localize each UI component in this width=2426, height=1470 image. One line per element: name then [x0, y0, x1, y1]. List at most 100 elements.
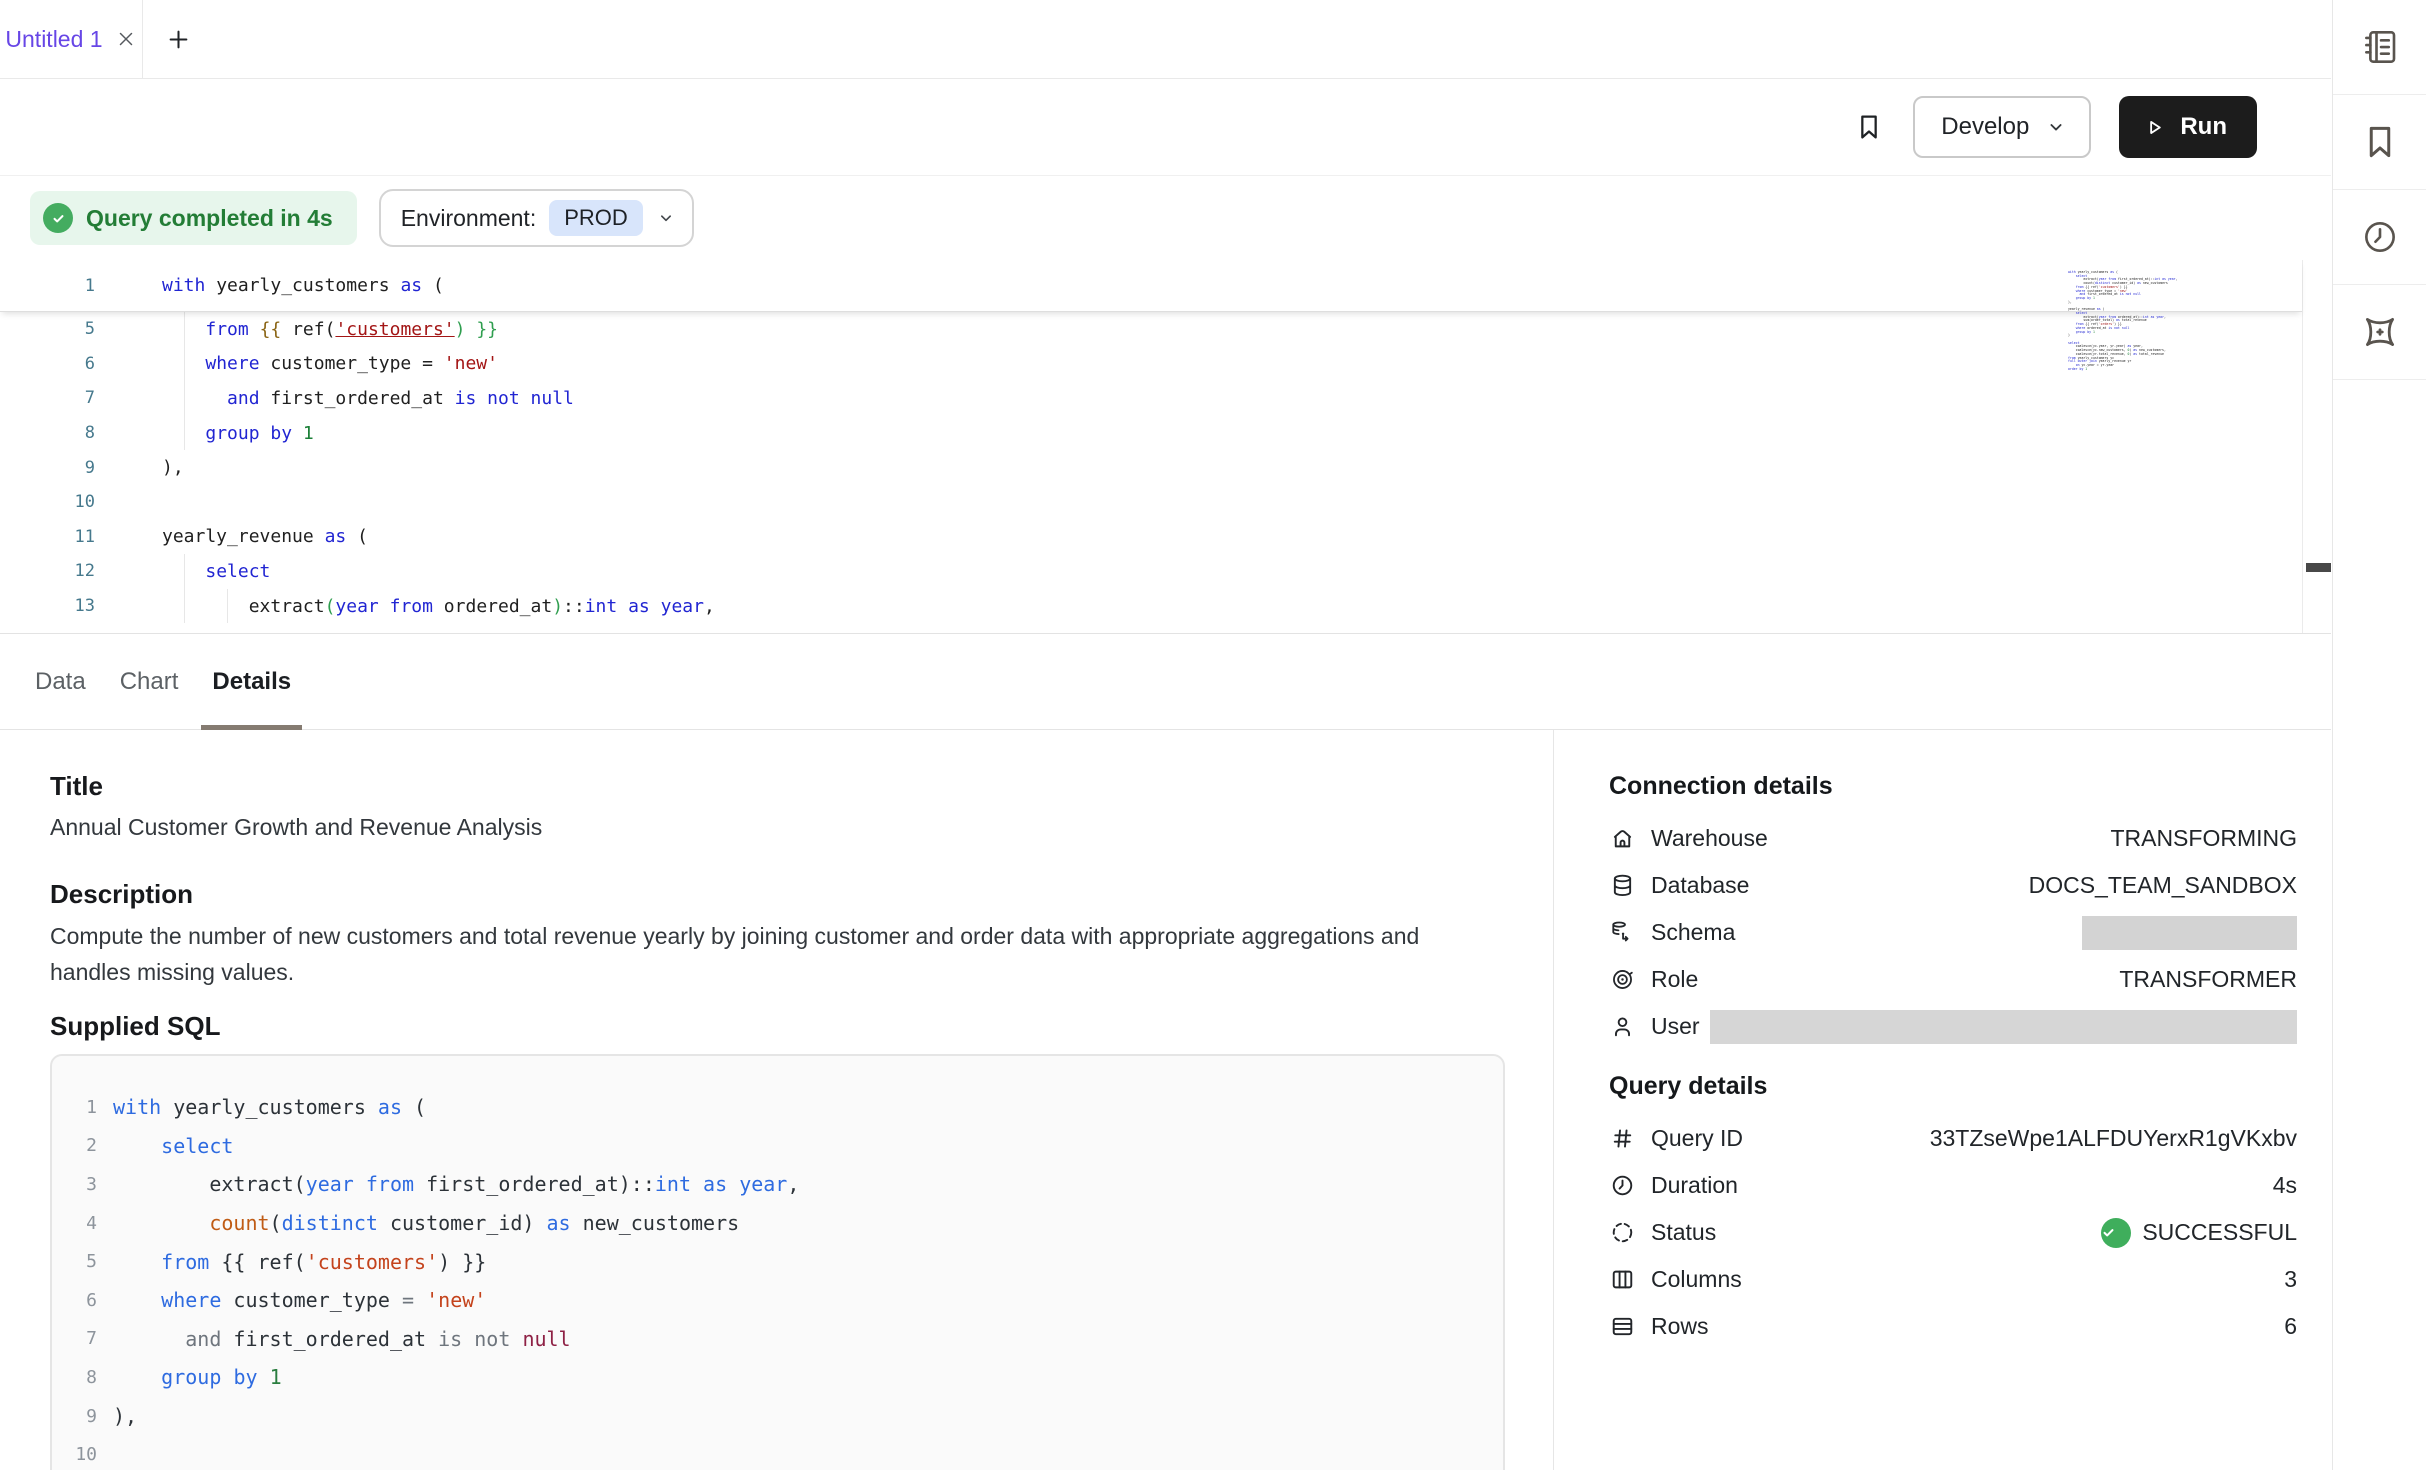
- code-text: extract(year from ordered_at)::int as ye…: [105, 596, 715, 617]
- right-icon-rail: [2332, 0, 2426, 1470]
- develop-button[interactable]: Develop: [1913, 96, 2091, 158]
- environment-select[interactable]: Environment: PROD: [379, 189, 694, 247]
- play-icon: [2143, 116, 2166, 139]
- rail-button-canvas[interactable]: [2333, 285, 2426, 380]
- title-heading: Title: [50, 770, 1505, 802]
- scrollbar-thumb[interactable]: [2306, 563, 2331, 572]
- hash-icon: [1609, 1125, 1636, 1152]
- toolbar: Develop Run: [0, 79, 2331, 176]
- clock-icon: [1609, 1172, 1636, 1199]
- row-warehouse: WarehouseTRANSFORMING: [1609, 815, 2297, 862]
- code-line: 1with yearly_customers as (: [52, 1088, 1503, 1127]
- code-line: 4 count(distinct customer_id) as new_cus…: [52, 1204, 1503, 1243]
- supplied-sql-code-block: 1with yearly_customers as (2 select 3 ext…: [50, 1054, 1505, 1470]
- code-text: extract(year from first_ordered_at)::int…: [97, 1172, 799, 1196]
- row-label: Rows: [1651, 1313, 1709, 1340]
- row-label: Status: [1651, 1219, 1716, 1246]
- indent-guide: [184, 554, 185, 589]
- row-status: Status SUCCESSFUL: [1609, 1209, 2297, 1256]
- tab-untitled-1[interactable]: Untitled 1: [0, 0, 143, 78]
- description-value: Compute the number of new customers and …: [50, 918, 1458, 990]
- code-line: 6 where customer_type = 'new': [0, 347, 2302, 382]
- notebook-icon: [2359, 26, 2401, 68]
- code-line: 5 from {{ ref('customers') }}: [0, 312, 2302, 347]
- develop-label: Develop: [1941, 113, 2029, 141]
- row-rows: Rows6: [1609, 1303, 2297, 1350]
- user-icon: [1609, 1013, 1636, 1040]
- code-text: ),: [97, 1404, 137, 1428]
- query-details-rows: Query ID33TZseWpe1ALFDUYerxR1gVKxbvDurat…: [1609, 1115, 2297, 1350]
- line-number: 2: [52, 1135, 97, 1156]
- tab-data[interactable]: Data: [18, 634, 103, 729]
- tab-bar: Untitled 1: [0, 0, 2331, 79]
- close-tab-icon[interactable]: [115, 28, 137, 50]
- rail-button-history[interactable]: [2333, 190, 2426, 285]
- line-number: 6: [0, 354, 105, 374]
- schema-icon: [1609, 919, 1636, 946]
- environment-label: Environment:: [401, 205, 537, 232]
- query-details-heading: Query details: [1609, 1072, 2297, 1101]
- code-line: 5 from {{ ref('customers') }}: [52, 1242, 1503, 1281]
- editor-minimap[interactable]: with yearly_customers as ( select extrac…: [2068, 271, 2268, 371]
- row-duration: Duration4s: [1609, 1162, 2297, 1209]
- success-check-icon: [2101, 1218, 2131, 1248]
- code-text: select: [105, 561, 270, 582]
- row-value: TRANSFORMING: [2110, 825, 2297, 852]
- description-heading: Description: [50, 878, 1505, 910]
- details-panel: Title Annual Customer Growth and Revenue…: [0, 730, 1553, 1470]
- bookmark-icon[interactable]: [1853, 111, 1885, 143]
- result-tabs: DataChartDetails: [0, 634, 2331, 730]
- code-text: with yearly_customers as (: [97, 1095, 426, 1119]
- rail-button-bookmark[interactable]: [2333, 95, 2426, 190]
- code-line: 2 select: [52, 1127, 1503, 1166]
- code-line: 6 where customer_type = 'new': [52, 1281, 1503, 1320]
- line-number: 9: [52, 1406, 97, 1427]
- chevron-down-icon: [656, 208, 676, 228]
- line-number: 6: [52, 1290, 97, 1311]
- line-number: 13: [0, 596, 105, 616]
- row-label: Schema: [1651, 919, 1735, 946]
- rail-button-notebook[interactable]: [2333, 0, 2426, 95]
- indent-guide: [184, 312, 185, 347]
- code-line: 8 group by 1: [0, 416, 2302, 451]
- row-label: User: [1651, 1013, 1700, 1040]
- redacted-value: [2082, 916, 2297, 950]
- warehouse-icon: [1609, 825, 1636, 852]
- line-number: 8: [0, 423, 105, 443]
- sql-editor[interactable]: 5 from {{ ref('customers') }}6 where cus…: [0, 260, 2331, 634]
- code-line: 7 and first_ordered_at is not null: [0, 381, 2302, 416]
- code-text: count(distinct customer_id) as new_custo…: [97, 1211, 739, 1235]
- new-tab-icon[interactable]: [165, 26, 192, 53]
- run-button[interactable]: Run: [2119, 96, 2257, 158]
- indent-guide: [227, 589, 228, 624]
- code-line: 11yearly_revenue as (: [0, 520, 2302, 555]
- minimap-line: order by 1: [2068, 368, 2268, 372]
- row-label: Columns: [1651, 1266, 1742, 1293]
- columns-icon: [1609, 1266, 1636, 1293]
- code-text: where customer_type = 'new': [105, 353, 498, 374]
- row-label: Query ID: [1651, 1125, 1743, 1152]
- row-value: SUCCESSFUL: [2101, 1218, 2297, 1248]
- line-number: 3: [52, 1174, 97, 1195]
- code-line: 13 extract(year from ordered_at)::int as…: [0, 589, 2302, 624]
- code-text: from {{ ref('customers') }}: [105, 319, 498, 340]
- database-icon: [1609, 872, 1636, 899]
- code-line: 8 group by 1: [52, 1358, 1503, 1397]
- line-number: 10: [52, 1444, 97, 1465]
- indent-guide: [184, 416, 185, 451]
- line-number: 10: [0, 492, 105, 512]
- chevron-down-icon: [2045, 116, 2067, 138]
- code-line: 12 select: [0, 554, 2302, 589]
- model-ref-link[interactable]: 'customers': [335, 319, 454, 340]
- editor-scrollbar[interactable]: [2302, 260, 2331, 633]
- connection-query-panel: Connection details WarehouseTRANSFORMING…: [1553, 730, 2331, 1470]
- tab-title: Untitled 1: [5, 26, 102, 53]
- query-status-pill: Query completed in 4s: [30, 191, 357, 245]
- history-icon: [2359, 216, 2401, 258]
- line-number: 5: [52, 1251, 97, 1272]
- tab-chart[interactable]: Chart: [103, 634, 196, 729]
- environment-value-badge: PROD: [549, 200, 643, 236]
- tab-details[interactable]: Details: [195, 634, 308, 729]
- row-value: TRANSFORMER: [2119, 966, 2297, 993]
- row-label: Role: [1651, 966, 1698, 993]
